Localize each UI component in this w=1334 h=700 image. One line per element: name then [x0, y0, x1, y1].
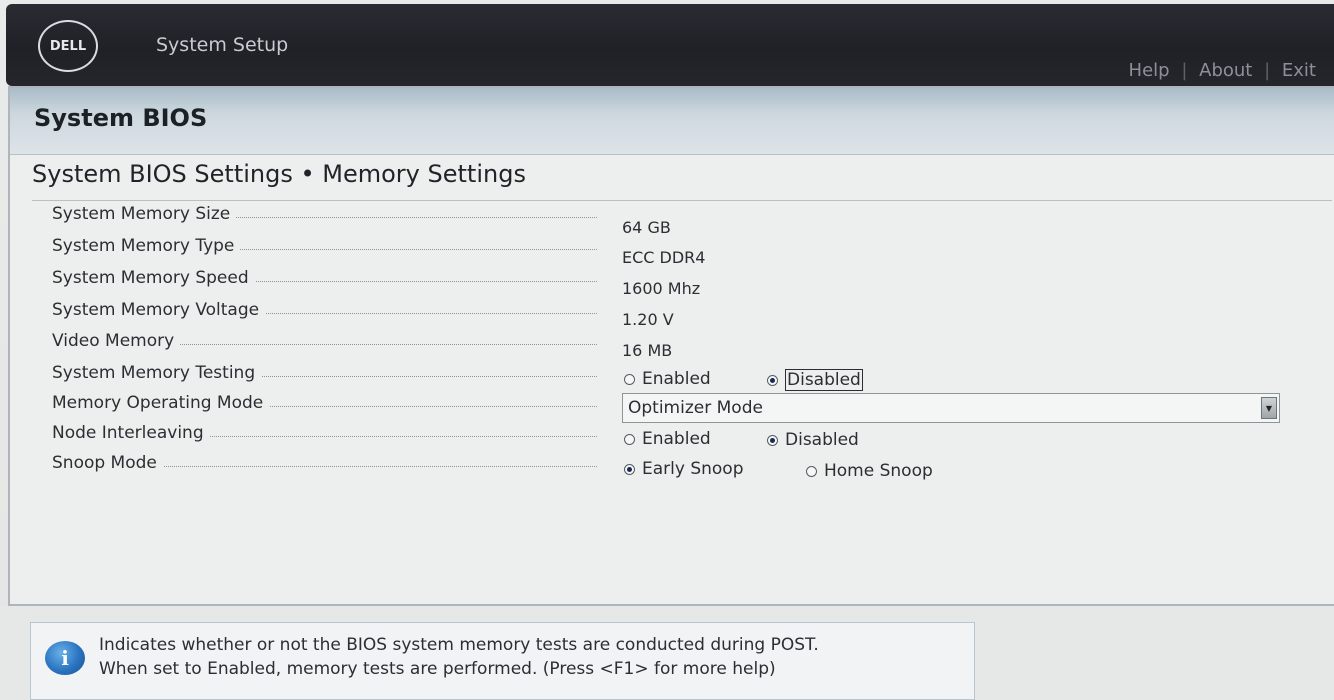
radio-label: Enabled [642, 369, 711, 389]
section-divider [32, 200, 1332, 201]
setting-row-memory-size: System Memory Size 64 GB [52, 204, 1312, 237]
radio-label: Early Snoop [642, 459, 744, 479]
select-value: Optimizer Mode [628, 398, 763, 418]
node-interleaving-enabled-radio[interactable]: Enabled [624, 429, 711, 449]
memory-testing-enabled-radio[interactable]: Enabled [624, 369, 711, 389]
setting-value: ECC DDR4 [622, 248, 706, 267]
radio-label: Enabled [642, 429, 711, 449]
bios-screen: DELL System Setup Help | About | Exit Sy… [0, 0, 1334, 700]
setting-value: 64 GB [622, 218, 671, 237]
app-title: System Setup [156, 34, 289, 56]
snoop-mode-early-radio[interactable]: Early Snoop [624, 459, 744, 479]
setting-label: System Memory Speed [52, 268, 255, 288]
setting-value: 1.20 V [622, 310, 674, 329]
radio-checked-icon [767, 374, 778, 386]
setting-label: System Memory Size [52, 204, 237, 224]
setting-row-node-interleaving: Node Interleaving Enabled Disabled [52, 423, 1312, 451]
setting-row-memory-voltage: System Memory Voltage 1.20 V [52, 300, 1312, 329]
setting-label: Snoop Mode [52, 453, 163, 473]
setting-label: System Memory Type [52, 236, 241, 256]
setting-row-video-memory: Video Memory 16 MB [52, 331, 1312, 360]
about-link[interactable]: About [1199, 60, 1252, 81]
help-text-line: When set to Enabled, memory tests are pe… [99, 659, 776, 679]
setting-label: Node Interleaving [52, 423, 210, 443]
radio-label: Home Snoop [824, 461, 933, 481]
info-icon: i [45, 641, 85, 675]
setting-row-operating-mode: Memory Operating Mode Optimizer Mode ▼ [52, 393, 1312, 423]
radio-label-focused: Disabled [785, 369, 863, 391]
memory-operating-mode-select[interactable]: Optimizer Mode ▼ [622, 393, 1280, 423]
page-title: System BIOS [34, 104, 208, 132]
setting-label: Memory Operating Mode [52, 393, 270, 413]
panel-title-bar: System BIOS [10, 88, 1334, 155]
snoop-mode-home-radio[interactable]: Home Snoop [806, 461, 933, 481]
setting-label: System Memory Testing [52, 363, 262, 383]
header-bar: DELL System Setup Help | About | Exit [6, 4, 1334, 86]
link-separator: | [1181, 60, 1188, 81]
section-title: System BIOS Settings • Memory Settings [32, 160, 526, 188]
node-interleaving-disabled-radio[interactable]: Disabled [767, 430, 859, 450]
setting-value: 1600 Mhz [622, 279, 701, 298]
radio-unchecked-icon [806, 465, 817, 477]
setting-row-memory-testing: System Memory Testing Enabled Disabled [52, 363, 1312, 391]
radio-unchecked-icon [624, 373, 635, 385]
setting-row-memory-type: System Memory Type ECC DDR4 [52, 236, 1312, 267]
dell-logo: DELL [38, 20, 98, 72]
link-separator: | [1264, 60, 1271, 81]
header-links: Help | About | Exit [1129, 60, 1316, 81]
dropdown-arrow-icon[interactable]: ▼ [1261, 397, 1277, 419]
setting-label: System Memory Voltage [52, 300, 266, 320]
setting-value: 16 MB [622, 341, 673, 360]
radio-checked-icon [624, 463, 635, 475]
exit-link[interactable]: Exit [1282, 60, 1316, 81]
setting-row-snoop-mode: Snoop Mode Early Snoop Home Snoop [52, 453, 1312, 481]
radio-checked-icon [767, 434, 778, 446]
radio-label: Disabled [785, 430, 859, 450]
help-box: i Indicates whether or not the BIOS syst… [30, 622, 975, 700]
setting-label: Video Memory [52, 331, 181, 351]
help-area: i Indicates whether or not the BIOS syst… [0, 606, 1334, 700]
memory-testing-disabled-radio[interactable]: Disabled [767, 369, 863, 391]
setting-row-memory-speed: System Memory Speed 1600 Mhz [52, 268, 1312, 298]
main-panel: System BIOS System BIOS Settings • Memor… [8, 86, 1334, 606]
radio-unchecked-icon [624, 433, 635, 445]
help-text-line: Indicates whether or not the BIOS system… [99, 635, 819, 655]
help-link[interactable]: Help [1129, 60, 1170, 81]
